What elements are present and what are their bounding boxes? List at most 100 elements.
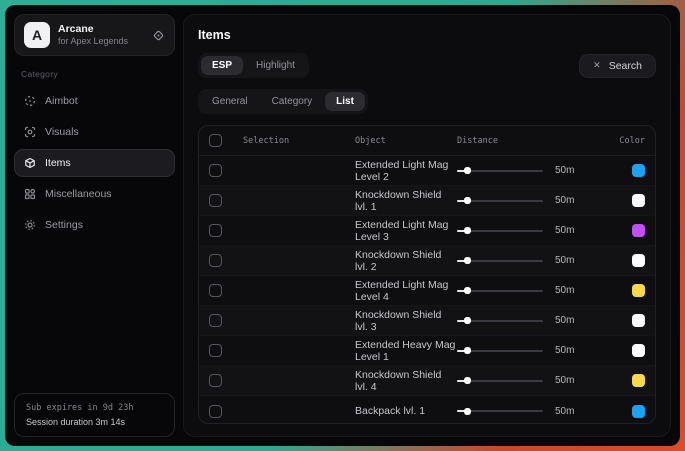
slider-thumb[interactable]	[464, 377, 471, 384]
object-name: Knockdown Shield lvl. 4	[355, 369, 457, 393]
sidebar-item-items[interactable]: Items	[14, 149, 175, 177]
distance-cell: 50m	[457, 165, 607, 176]
table-row: Knockdown Shield lvl. 3 50m	[199, 306, 655, 336]
select-all-checkbox[interactable]	[209, 134, 222, 147]
distance-slider[interactable]	[457, 347, 543, 355]
distance-slider[interactable]	[457, 167, 543, 175]
color-swatch[interactable]	[632, 164, 645, 177]
table-row: Extended Light Mag Level 3 50m	[199, 216, 655, 246]
distance-value: 50m	[555, 345, 574, 356]
items-table: Selection Object Distance Color Extended…	[198, 125, 656, 424]
sub-expiry-text: Sub expires in 9d 23h	[26, 403, 163, 413]
app-logo-card: A Arcane for Apex Legends	[14, 14, 175, 56]
search-button-label: Search	[609, 60, 642, 72]
row-checkbox[interactable]	[209, 405, 222, 418]
distance-slider[interactable]	[457, 227, 543, 235]
app-window: A Arcane for Apex Legends Category Aimbo	[5, 5, 680, 446]
color-swatch[interactable]	[632, 254, 645, 267]
object-name: Backpack lvl. 1	[355, 405, 457, 417]
sidebar-item-miscellaneous[interactable]: Miscellaneous	[14, 180, 175, 208]
main-card: Items ESP Highlight ✕ Search General Cat…	[183, 14, 671, 437]
distance-slider[interactable]	[457, 377, 543, 385]
distance-value: 50m	[555, 165, 574, 176]
distance-value: 50m	[555, 195, 574, 206]
slider-thumb[interactable]	[464, 257, 471, 264]
distance-slider[interactable]	[457, 287, 543, 295]
distance-cell: 50m	[457, 255, 607, 266]
sidebar-item-label: Settings	[45, 219, 83, 231]
row-checkbox[interactable]	[209, 194, 222, 207]
grid-icon	[24, 188, 36, 200]
distance-value: 50m	[555, 255, 574, 266]
color-swatch[interactable]	[632, 224, 645, 237]
search-button[interactable]: ✕ Search	[579, 54, 656, 78]
object-name: Extended Light Mag Level 3	[355, 219, 457, 243]
distance-value: 50m	[555, 375, 574, 386]
row-checkbox[interactable]	[209, 374, 222, 387]
table-row: Extended Light Mag Level 2 50m	[199, 156, 655, 186]
app-subtitle: for Apex Legends	[58, 36, 128, 47]
tab-category[interactable]: Category	[261, 92, 324, 111]
app-logo: A	[24, 22, 50, 48]
distance-slider[interactable]	[457, 197, 543, 205]
column-header-object: Object	[355, 136, 457, 146]
close-icon: ✕	[593, 60, 601, 71]
object-name: Knockdown Shield lvl. 2	[355, 249, 457, 273]
color-swatch[interactable]	[632, 344, 645, 357]
distance-cell: 50m	[457, 406, 607, 417]
tab-esp[interactable]: ESP	[201, 56, 243, 75]
row-checkbox[interactable]	[209, 224, 222, 237]
sidebar-item-visuals[interactable]: Visuals	[14, 118, 175, 146]
distance-slider[interactable]	[457, 407, 543, 415]
row-checkbox[interactable]	[209, 284, 222, 297]
sidebar-item-label: Visuals	[45, 126, 79, 138]
package-icon	[24, 157, 36, 169]
sidebar-item-label: Miscellaneous	[45, 188, 112, 200]
slider-thumb[interactable]	[464, 287, 471, 294]
color-swatch[interactable]	[632, 374, 645, 387]
slider-thumb[interactable]	[464, 197, 471, 204]
color-swatch[interactable]	[632, 314, 645, 327]
scan-icon	[24, 126, 36, 138]
page-title: Items	[198, 28, 656, 42]
table-row: Extended Light Mag Level 4 50m	[199, 276, 655, 306]
column-header-color: Color	[619, 136, 645, 146]
distance-cell: 50m	[457, 345, 607, 356]
gear-icon	[24, 219, 36, 231]
tab-list[interactable]: List	[325, 92, 365, 111]
table-row: Knockdown Shield lvl. 4 50m	[199, 366, 655, 396]
table-row: Backpack lvl. 1 50m	[199, 396, 655, 424]
color-swatch[interactable]	[632, 405, 645, 418]
view-tab-group: General Category List	[198, 89, 368, 114]
distance-slider[interactable]	[457, 257, 543, 265]
distance-value: 50m	[555, 406, 574, 417]
gem-icon[interactable]	[152, 29, 165, 42]
row-checkbox[interactable]	[209, 254, 222, 267]
column-header-distance: Distance	[457, 136, 607, 146]
row-checkbox[interactable]	[209, 344, 222, 357]
distance-cell: 50m	[457, 285, 607, 296]
sidebar-item-label: Items	[45, 157, 71, 169]
tab-general[interactable]: General	[201, 92, 259, 111]
sidebar-item-settings[interactable]: Settings	[14, 211, 175, 239]
distance-cell: 50m	[457, 225, 607, 236]
object-name: Knockdown Shield lvl. 1	[355, 189, 457, 213]
slider-thumb[interactable]	[464, 227, 471, 234]
session-duration-text: Session duration 3m 14s	[26, 417, 163, 427]
slider-thumb[interactable]	[464, 317, 471, 324]
row-checkbox[interactable]	[209, 164, 222, 177]
sidebar: A Arcane for Apex Legends Category Aimbo	[5, 5, 183, 446]
distance-slider[interactable]	[457, 317, 543, 325]
tab-highlight[interactable]: Highlight	[245, 56, 306, 75]
row-checkbox[interactable]	[209, 314, 222, 327]
slider-thumb[interactable]	[464, 167, 471, 174]
slider-thumb[interactable]	[464, 347, 471, 354]
sidebar-item-aimbot[interactable]: Aimbot	[14, 87, 175, 115]
color-swatch[interactable]	[632, 194, 645, 207]
color-swatch[interactable]	[632, 284, 645, 297]
sidebar-item-label: Aimbot	[45, 95, 78, 107]
category-label: Category	[21, 69, 175, 79]
distance-cell: 50m	[457, 375, 607, 386]
slider-thumb[interactable]	[464, 408, 471, 415]
table-body: Extended Light Mag Level 2 50m Knockdown…	[199, 156, 655, 424]
